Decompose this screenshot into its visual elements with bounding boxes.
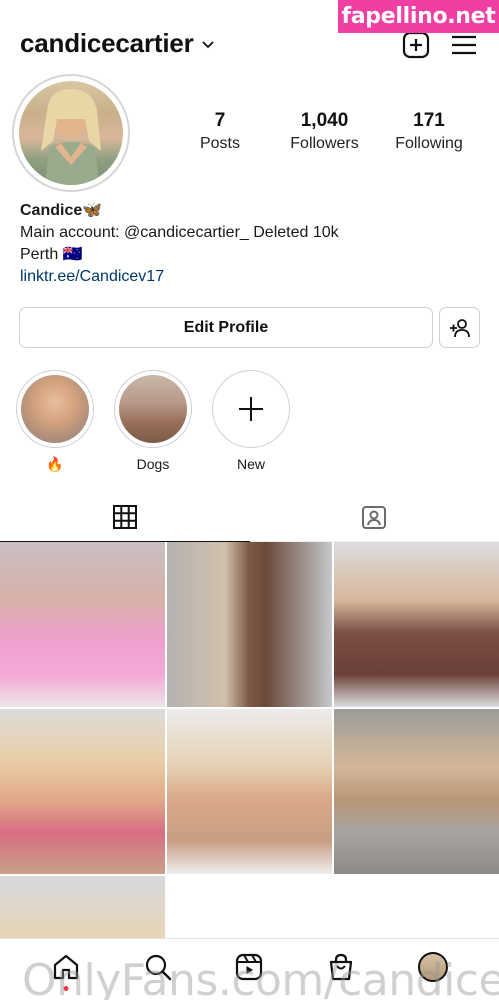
shop-icon bbox=[330, 953, 353, 980]
stat-label: Posts bbox=[199, 135, 240, 152]
bottom-navigation bbox=[0, 938, 499, 1000]
profile-stats: 7 Posts 1,040 Followers 171 Following bbox=[170, 110, 479, 153]
display-name: Candice🦋 bbox=[20, 202, 103, 219]
highlight-label: 🔥 bbox=[46, 456, 64, 472]
discover-people-button[interactable] bbox=[439, 307, 480, 348]
profile-tabs bbox=[0, 492, 499, 542]
post-thumbnail[interactable] bbox=[167, 542, 332, 707]
notification-dot bbox=[63, 985, 69, 991]
highlight-item[interactable]: 🔥 bbox=[16, 370, 94, 474]
menu-icon[interactable] bbox=[449, 30, 479, 60]
post-thumbnail[interactable] bbox=[167, 709, 332, 874]
nav-home[interactable] bbox=[48, 949, 84, 991]
stat-label: Following bbox=[395, 135, 463, 152]
post-thumbnail[interactable] bbox=[0, 542, 165, 707]
bio-location: Perth 🇦🇺 bbox=[20, 246, 83, 263]
home-icon bbox=[53, 954, 78, 979]
new-highlight-button[interactable]: New bbox=[212, 370, 290, 474]
highlight-cover bbox=[21, 375, 89, 443]
nav-search[interactable] bbox=[140, 949, 176, 985]
tab-tagged[interactable] bbox=[250, 492, 499, 541]
stat-value: 7 bbox=[214, 110, 226, 131]
search-icon bbox=[145, 954, 171, 980]
highlight-ring bbox=[114, 370, 192, 448]
username-switcher[interactable]: candicecartier bbox=[20, 28, 215, 59]
stat-posts[interactable]: 7 Posts bbox=[170, 110, 270, 153]
highlight-cover bbox=[119, 375, 187, 443]
story-highlights: 🔥 Dogs New bbox=[16, 370, 290, 474]
stat-value: 171 bbox=[413, 110, 445, 131]
grid-icon bbox=[112, 504, 137, 529]
nav-shop[interactable] bbox=[323, 949, 359, 985]
highlight-item[interactable]: Dogs bbox=[114, 370, 192, 474]
profile-bio: Candice🦋 Main account: @candicecartier_ … bbox=[20, 200, 339, 288]
stat-label: Followers bbox=[290, 135, 359, 152]
stat-following[interactable]: 171 Following bbox=[379, 110, 479, 153]
edit-profile-button[interactable]: Edit Profile bbox=[19, 307, 433, 348]
profile-avatar[interactable] bbox=[12, 74, 130, 192]
avatar-photo bbox=[19, 81, 123, 185]
bio-line: Main account: @candicecartier_ Deleted 1… bbox=[20, 224, 339, 241]
stat-followers[interactable]: 1,040 Followers bbox=[275, 110, 375, 153]
plus-icon bbox=[239, 397, 263, 421]
reels-icon bbox=[236, 953, 263, 980]
new-post-icon[interactable] bbox=[401, 30, 431, 60]
highlight-ring bbox=[16, 370, 94, 448]
post-thumbnail[interactable] bbox=[334, 542, 499, 707]
bio-link[interactable]: linktr.ee/Candicev17 bbox=[20, 266, 339, 288]
highlight-label: Dogs bbox=[136, 456, 170, 472]
watermark-banner: fapellino.net bbox=[338, 0, 499, 33]
username: candicecartier bbox=[20, 28, 194, 58]
post-thumbnail[interactable] bbox=[0, 709, 165, 874]
tab-posts-grid[interactable] bbox=[0, 492, 250, 542]
chevron-down-icon bbox=[201, 40, 214, 48]
post-thumbnail[interactable] bbox=[334, 709, 499, 874]
tagged-icon bbox=[362, 505, 387, 529]
highlight-ring bbox=[212, 370, 290, 448]
posts-grid bbox=[0, 542, 499, 1000]
profile-avatar-icon bbox=[418, 951, 449, 982]
highlight-label: New bbox=[236, 456, 265, 472]
stat-value: 1,040 bbox=[300, 110, 349, 131]
add-person-icon bbox=[449, 318, 470, 337]
nav-profile[interactable] bbox=[415, 949, 451, 985]
nav-reels[interactable] bbox=[231, 949, 267, 985]
